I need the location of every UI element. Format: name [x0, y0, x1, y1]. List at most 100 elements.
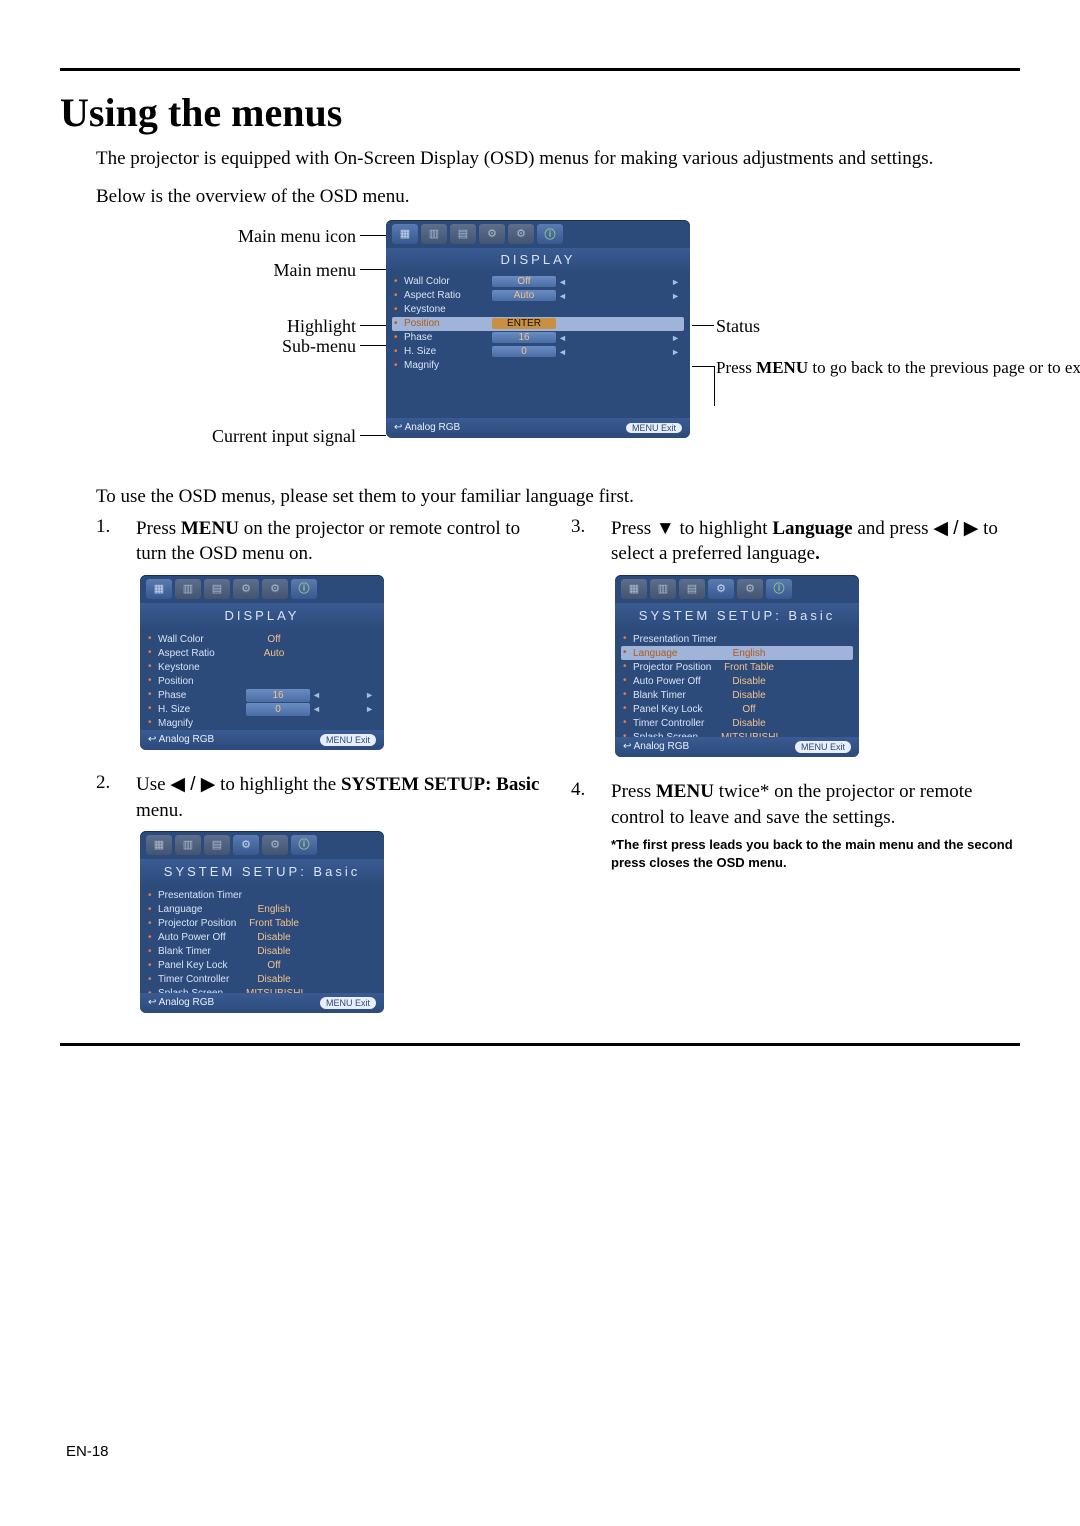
rule-bottom	[60, 1043, 1020, 1046]
label-status: Status	[716, 316, 760, 337]
left-right-arrow-icon: ◀ / ▶	[170, 774, 215, 795]
osd-overview-diagram: Main menu icon Main menu Highlight Sub-m…	[96, 216, 1020, 476]
osd-list: •Presentation Timer•LanguageEnglish•Proj…	[140, 887, 384, 1003]
footnote: *The first press leads you back to the m…	[611, 836, 1020, 871]
osd-row: •Aspect RatioAuto	[146, 646, 378, 660]
osd-row: •Auto Power OffDisable	[621, 674, 853, 688]
tab-icon: ⚙	[262, 579, 288, 599]
tab-icon: ▤	[204, 579, 230, 599]
osd-panel-step1: ▦ ▥ ▤ ⚙ ⚙ ⓘ DISPLAY •Wall ColorOff•Aspec…	[140, 575, 384, 750]
tab-icon: ▥	[175, 835, 201, 855]
rule-top	[60, 68, 1020, 71]
osd-row: •PositionENTER	[392, 317, 684, 331]
label-sub-menu: Sub-menu	[156, 336, 356, 357]
osd-title: DISPLAY	[386, 248, 690, 273]
tab-info-icon: ⓘ	[766, 579, 792, 599]
intro-text: The projector is equipped with On-Screen…	[96, 146, 1020, 172]
osd-row: •Auto Power OffDisable	[146, 931, 378, 945]
osd-row: •Projector PositionFront Table	[146, 917, 378, 931]
osd-input-source: ↩ Analog RGB	[623, 740, 689, 754]
osd-list: •Presentation Timer•LanguageEnglish•Proj…	[615, 630, 859, 746]
steps-columns: 1. Press MENU on the projector or remote…	[96, 516, 1020, 1036]
osd-input-source: ↩ Analog RGB	[148, 996, 214, 1010]
osd-row: •Magnify	[146, 716, 378, 730]
tab-icon: ▥	[421, 224, 447, 244]
steps-left: 1. Press MENU on the projector or remote…	[96, 516, 545, 1036]
osd-panel-step3: ▦ ▥ ▤ ⚙ ⚙ ⓘ SYSTEM SETUP: Basic •Present…	[615, 575, 859, 757]
tab-icon: ⚙	[262, 835, 288, 855]
osd-row: •Magnify	[392, 359, 684, 373]
step-2: 2. Use ◀ / ▶ to highlight the SYSTEM SET…	[96, 772, 545, 1021]
osd-row: •Blank TimerDisable	[146, 945, 378, 959]
tab-icon: ▦	[392, 224, 418, 244]
tab-icon: ▥	[175, 579, 201, 599]
osd-row: •Presentation Timer	[621, 632, 853, 646]
step-4: 4. Press MENU twice* on the projector or…	[571, 779, 1020, 871]
osd-row: •Panel Key LockOff	[146, 959, 378, 973]
tab-icon: ⚙	[508, 224, 534, 244]
osd-menu-exit: MENU Exit	[795, 741, 851, 753]
osd-title: SYSTEM SETUP: Basic	[140, 859, 384, 887]
osd-row: •Panel Key LockOff	[621, 702, 853, 716]
tab-icon: ▦	[621, 579, 647, 599]
tab-icon: ▤	[204, 835, 230, 855]
osd-list: •Wall ColorOff•Aspect RatioAuto•Keystone…	[140, 630, 384, 732]
tab-icon: ▥	[650, 579, 676, 599]
osd-menu-exit: MENU Exit	[320, 734, 376, 746]
osd-row: •Presentation Timer	[146, 889, 378, 903]
steps-right: 3. Press ▼ to highlight Language and pre…	[571, 516, 1020, 1036]
tab-icon: ⚙	[233, 579, 259, 599]
label-current-input-signal: Current input signal	[116, 426, 356, 447]
step-1: 1. Press MENU on the projector or remote…	[96, 516, 545, 758]
osd: ▦ ▥ ▤ ⚙ ⚙ ⓘ DISPLAY •Wall ColorOff◄►•Asp…	[386, 220, 690, 438]
osd-row: •Blank TimerDisable	[621, 688, 853, 702]
down-arrow-icon: ▼	[656, 518, 675, 539]
osd-row: •Timer ControllerDisable	[146, 973, 378, 987]
osd-row: •Wall ColorOff◄►	[392, 275, 684, 289]
tab-icon: ⚙	[479, 224, 505, 244]
osd-row: •Wall ColorOff	[146, 632, 378, 646]
step-3: 3. Press ▼ to highlight Language and pre…	[571, 516, 1020, 765]
osd-row: •Phase16◄►	[392, 331, 684, 345]
osd-row: •Phase16◄►	[146, 688, 378, 702]
osd-row: •Timer ControllerDisable	[621, 716, 853, 730]
osd-input-source: ↩ Analog RGB	[148, 733, 214, 747]
osd-row: •Keystone	[392, 303, 684, 317]
osd-panel-overview: ▦ ▥ ▤ ⚙ ⚙ ⓘ DISPLAY •Wall ColorOff◄►•Asp…	[386, 220, 690, 438]
osd-list: •Wall ColorOff◄►•Aspect RatioAuto◄►•Keys…	[386, 273, 690, 375]
osd-input-source: ↩ Analog RGB	[394, 422, 460, 433]
osd-panel-step2: ▦ ▥ ▤ ⚙ ⚙ ⓘ SYSTEM SETUP: Basic •Present…	[140, 831, 384, 1013]
label-press-menu: Press MENU to go back to the previous pa…	[716, 358, 836, 378]
tab-info-icon: ⓘ	[291, 579, 317, 599]
lead-text: To use the OSD menus, please set them to…	[96, 486, 1020, 508]
tab-icon: ⚙	[708, 579, 734, 599]
osd-row: •Projector PositionFront Table	[621, 660, 853, 674]
tab-icon: ▦	[146, 579, 172, 599]
left-right-arrow-icon: ◀ / ▶	[933, 518, 978, 539]
intro-text-2: Below is the overview of the OSD menu.	[96, 186, 1020, 208]
osd-row: •H. Size0◄►	[146, 702, 378, 716]
tab-icon: ▦	[146, 835, 172, 855]
tab-icon: ⚙	[233, 835, 259, 855]
label-main-menu: Main menu	[156, 260, 356, 281]
osd-row: •Position	[146, 674, 378, 688]
osd-menu-exit: MENU Exit	[626, 423, 682, 433]
tab-icon: ▤	[679, 579, 705, 599]
osd-menu-exit: MENU Exit	[320, 997, 376, 1009]
page-content: Using the menus The projector is equippe…	[60, 68, 1020, 1046]
page-title: Using the menus	[60, 89, 1020, 136]
label-main-menu-icon: Main menu icon	[156, 226, 356, 247]
osd-title: DISPLAY	[140, 603, 384, 631]
osd-row: •Aspect RatioAuto◄►	[392, 289, 684, 303]
osd-row: •LanguageEnglish	[146, 903, 378, 917]
page-number: EN-18	[66, 1443, 109, 1460]
osd-row: •H. Size0◄►	[392, 345, 684, 359]
tab-info-icon: ⓘ	[291, 835, 317, 855]
tab-icon: ▤	[450, 224, 476, 244]
osd-row: •LanguageEnglish	[621, 646, 853, 660]
label-highlight: Highlight	[156, 316, 356, 337]
osd-row: •Keystone	[146, 660, 378, 674]
osd-title: SYSTEM SETUP: Basic	[615, 603, 859, 631]
tab-icon: ⚙	[737, 579, 763, 599]
tab-info-icon: ⓘ	[537, 224, 563, 244]
